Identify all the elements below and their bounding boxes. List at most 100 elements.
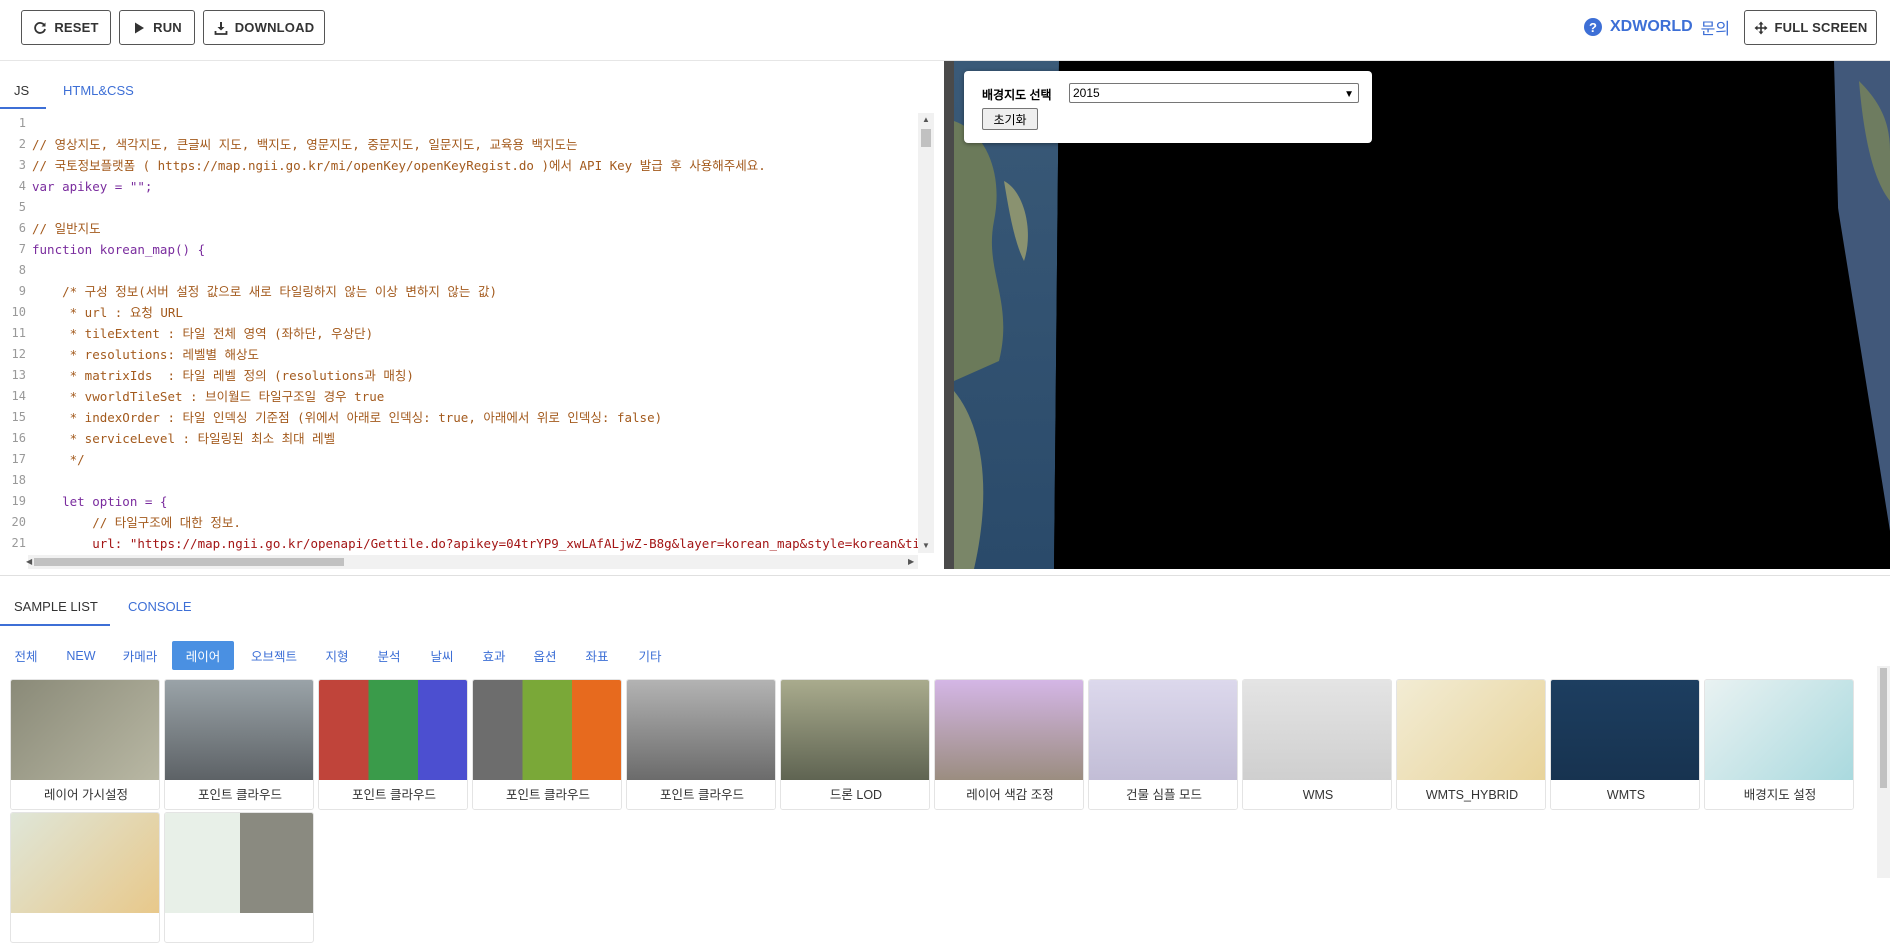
category-11[interactable]: 기타 xyxy=(637,641,663,670)
sample-card[interactable]: 레이어 색감 조정 xyxy=(934,679,1084,810)
download-label: DOWNLOAD xyxy=(234,20,315,35)
sample-card[interactable]: WMTS_HYBRID xyxy=(1396,679,1546,810)
editor-vertical-scrollbar[interactable]: ▲ ▼ xyxy=(918,113,934,553)
reset-button[interactable]: RESET xyxy=(21,10,111,45)
sample-card[interactable]: 배경지도 설정 xyxy=(1704,679,1854,810)
line-number: 11 xyxy=(11,326,26,340)
sample-caption: WMTS_HYBRID xyxy=(1397,780,1545,809)
sample-caption: 포인트 클라우드 xyxy=(473,780,621,809)
category-4[interactable]: 오브젝트 xyxy=(249,641,299,670)
sample-card[interactable]: 포인트 클라우드 xyxy=(164,679,314,810)
code-text: * tileExtent : 타일 전체 영역 (좌하단, 우상단) xyxy=(32,326,374,341)
sample-thumbnail xyxy=(1705,680,1853,780)
category-2[interactable]: 카메라 xyxy=(120,641,160,670)
sample-card[interactable]: 포인트 클라우드 xyxy=(626,679,776,810)
gallery-scrollbar[interactable] xyxy=(1877,666,1890,878)
category-9[interactable]: 옵션 xyxy=(532,641,558,670)
category-3[interactable]: 레이어 xyxy=(172,641,234,670)
sample-caption: 포인트 클라우드 xyxy=(319,780,467,809)
category-5[interactable]: 지형 xyxy=(324,641,350,670)
sample-card[interactable]: 건물 심플 모드 xyxy=(1088,679,1238,810)
code-line: 16 * serviceLevel : 타일링된 최소 최대 레벨 xyxy=(0,428,934,449)
code-line: 6 // 일반지도 xyxy=(0,218,934,239)
scrollbar-thumb[interactable] xyxy=(1880,668,1887,788)
run-button[interactable]: RUN xyxy=(119,10,195,45)
sample-card[interactable]: WMTS xyxy=(1550,679,1700,810)
code-line: 11 * tileExtent : 타일 전체 영역 (좌하단, 우상단) xyxy=(0,323,934,344)
code-text: // 영상지도, 색각지도, 큰글씨 지도, 백지도, 영문지도, 중문지도, … xyxy=(32,137,578,152)
sample-thumbnail xyxy=(319,680,467,780)
help-suffix: 문의 xyxy=(1700,21,1731,38)
sample-thumbnail xyxy=(1089,680,1237,780)
line-number: 4 xyxy=(18,179,26,193)
tab-js[interactable]: JS xyxy=(14,83,29,98)
sample-thumbnail xyxy=(1551,680,1699,780)
category-6[interactable]: 분석 xyxy=(376,641,402,670)
scroll-up-arrow-icon[interactable]: ▲ xyxy=(922,115,930,124)
sample-caption: 레이어 색감 조정 xyxy=(935,780,1083,809)
sample-card[interactable]: 포인트 클라우드 xyxy=(472,679,622,810)
code-text: * url : 요청 URL xyxy=(32,305,183,320)
fullscreen-label: FULL SCREEN xyxy=(1774,20,1868,35)
code-line: 7 function korean_map() { xyxy=(0,239,934,260)
code-line: 9 /* 구성 정보(서버 설정 값으로 새로 타일링하지 않는 이상 변하지 … xyxy=(0,281,934,302)
sample-caption: 배경지도 설정 xyxy=(1705,780,1853,809)
scroll-right-arrow-icon[interactable]: ▶ xyxy=(908,557,914,566)
code-editor[interactable]: 1 2// 영상지도, 색각지도, 큰글씨 지도, 백지도, 영문지도, 중문지도… xyxy=(0,113,934,553)
tab-console[interactable]: CONSOLE xyxy=(128,599,192,614)
background-map-panel: 배경지도 선택 2015 ▼ 초기화 xyxy=(964,71,1372,143)
code-line: 17 */ xyxy=(0,449,934,470)
panel-resize-handle[interactable] xyxy=(944,61,954,569)
line-number: 21 xyxy=(11,536,26,550)
sample-card[interactable]: 포인트 클라우드 xyxy=(318,679,468,810)
fullscreen-button[interactable]: FULL SCREEN xyxy=(1744,10,1877,45)
line-number: 12 xyxy=(11,347,26,361)
line-number: 10 xyxy=(11,305,26,319)
editor-horizontal-scrollbar[interactable]: ◀ ▶ xyxy=(26,555,918,569)
line-number: 20 xyxy=(11,515,26,529)
download-button[interactable]: DOWNLOAD xyxy=(203,10,325,45)
category-7[interactable]: 날씨 xyxy=(429,641,455,670)
download-icon xyxy=(214,21,228,35)
code-line: 10 * url : 요청 URL xyxy=(0,302,934,323)
refresh-icon xyxy=(34,21,47,34)
code-text: * serviceLevel : 타일링된 최소 최대 레벨 xyxy=(32,431,336,446)
line-number: 9 xyxy=(18,284,26,298)
sample-caption: 레이어 가시설정 xyxy=(11,780,159,809)
line-number: 3 xyxy=(18,158,26,172)
tab-sample-list[interactable]: SAMPLE LIST xyxy=(14,599,98,614)
scroll-down-arrow-icon[interactable]: ▼ xyxy=(922,541,930,550)
line-number: 1 xyxy=(18,116,26,130)
code-line: 5 xyxy=(0,197,934,218)
editor-tabs: JS HTML&CSS xyxy=(0,61,945,110)
scroll-left-arrow-icon[interactable]: ◀ xyxy=(26,557,32,566)
code-line: 3 // 국토정보플랫폼 ( https://map.ngii.go.kr/mi/… xyxy=(0,155,934,176)
category-10[interactable]: 좌표 xyxy=(584,641,610,670)
sample-caption: WMTS xyxy=(1551,780,1699,809)
code-line: 19 let option = { xyxy=(0,491,934,512)
sample-thumbnail xyxy=(165,813,313,913)
line-number: 2 xyxy=(18,137,26,151)
sample-card[interactable]: 레이어 가시설정 xyxy=(10,679,160,810)
code-line: 12 * resolutions: 레벨별 해상도 xyxy=(0,344,934,365)
category-0[interactable]: 전체 xyxy=(14,641,38,670)
code-line: 8 xyxy=(0,260,934,281)
map-reset-button[interactable]: 초기화 xyxy=(982,108,1038,130)
background-map-select[interactable]: 2015 ▼ xyxy=(1069,83,1359,103)
tab-html-css[interactable]: HTML&CSS xyxy=(63,83,134,98)
chevron-down-icon: ▼ xyxy=(1344,89,1354,100)
sample-card[interactable]: 드론 LOD xyxy=(780,679,930,810)
category-1[interactable]: NEW xyxy=(66,641,96,670)
active-tab-indicator xyxy=(0,624,110,626)
category-8[interactable]: 효과 xyxy=(481,641,507,670)
line-number: 13 xyxy=(11,368,26,382)
sample-card[interactable]: WMS xyxy=(1242,679,1392,810)
scrollbar-thumb[interactable] xyxy=(921,129,931,147)
xdworld-help-link[interactable]: ? XDWORLD 문의 xyxy=(1584,14,1730,40)
code-text: function korean_map() { xyxy=(32,242,206,257)
scrollbar-thumb[interactable] xyxy=(34,558,344,566)
code-text: * vworldTileSet : 브이월드 타일구조일 경우 true xyxy=(32,389,385,404)
code-text: // 국토정보플랫폼 ( https://map.ngii.go.kr/mi/o… xyxy=(32,158,766,173)
code-text: var apikey = ""; xyxy=(32,179,153,194)
sample-caption: 건물 심플 모드 xyxy=(1089,780,1237,809)
